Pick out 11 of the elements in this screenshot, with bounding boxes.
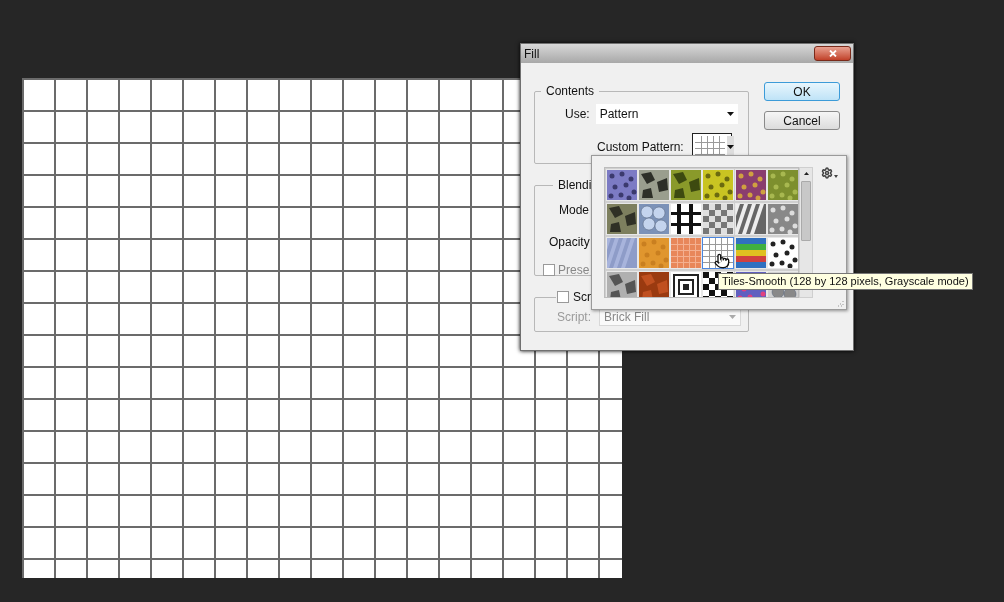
scripted-label: Scr xyxy=(573,289,591,306)
script-label: Script: xyxy=(557,309,591,326)
opacity-label: Opacity xyxy=(549,234,590,251)
custom-pattern-label: Custom Pattern: xyxy=(597,139,684,156)
window-title: Fill xyxy=(524,45,540,63)
preserve-label: Prese xyxy=(558,262,590,279)
mode-label: Mode xyxy=(559,202,590,219)
group-title: Blendi xyxy=(557,177,593,194)
tooltip: Tiles-Smooth (128 by 128 pixels, Grayscale mode) xyxy=(718,273,973,290)
use-label: Use: xyxy=(565,106,590,123)
group-title: Contents xyxy=(545,83,596,100)
